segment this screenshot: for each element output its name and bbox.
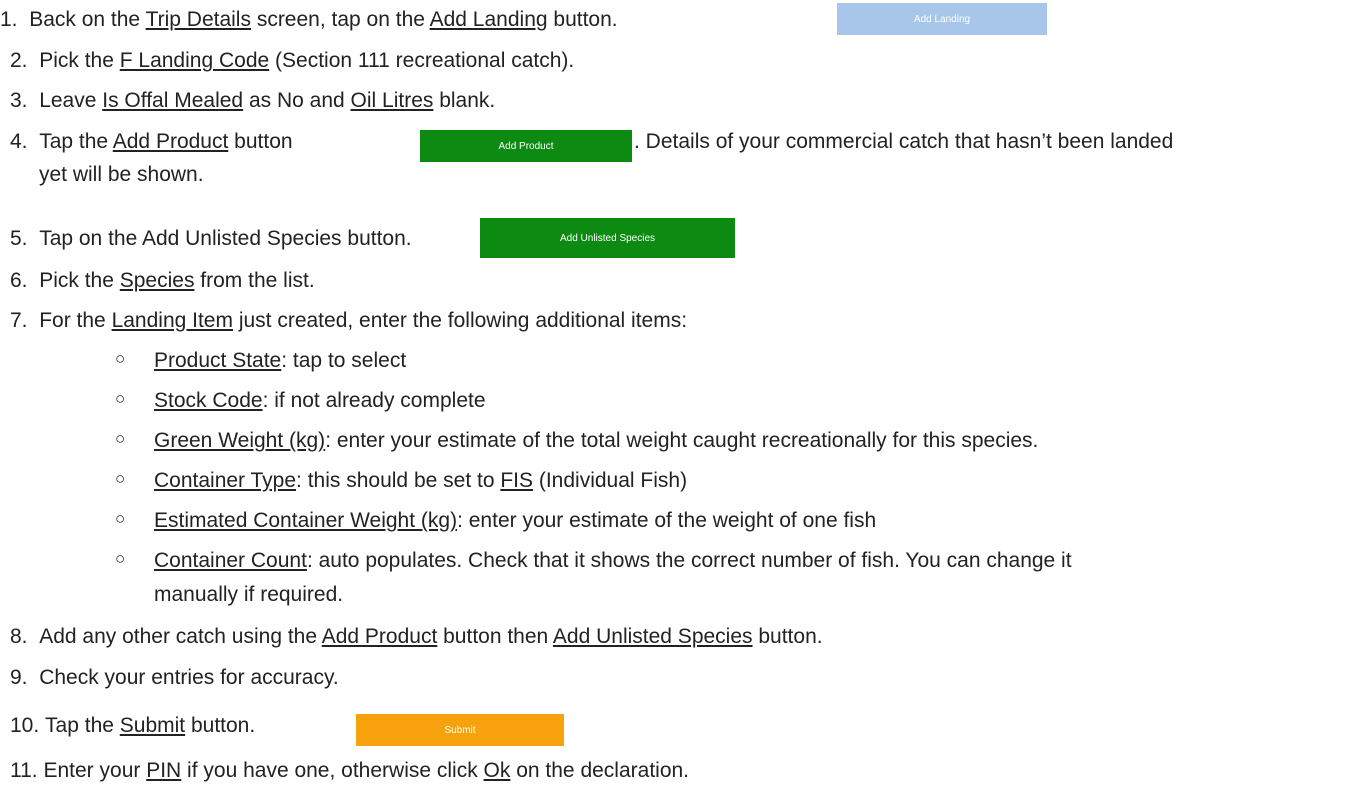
add-landing-button[interactable]: Add Landing xyxy=(837,3,1047,35)
link-container-count[interactable]: Container Count xyxy=(154,549,307,572)
step-9: 9. Check your entries for accuracy. xyxy=(10,666,339,689)
bullet-icon: ○ xyxy=(115,549,126,568)
link-stock-code[interactable]: Stock Code xyxy=(154,389,263,412)
bullet-icon: ○ xyxy=(115,429,126,448)
link-trip-details[interactable]: Trip Details xyxy=(146,8,251,31)
link-add-product[interactable]: Add Product xyxy=(113,130,229,153)
link-add-landing[interactable]: Add Landing xyxy=(430,8,548,31)
subitem-container-type: Container Type: this should be set to FI… xyxy=(154,469,688,492)
subitem-product-state: Product State: tap to select xyxy=(154,349,407,372)
link-oil-litres[interactable]: Oil Litres xyxy=(351,89,434,112)
link-is-offal-mealed[interactable]: Is Offal Mealed xyxy=(102,89,243,112)
subitem-green-weight: Green Weight (kg): enter your estimate o… xyxy=(154,429,1039,452)
step-6: 6. Pick the Species from the list. xyxy=(10,269,315,292)
step-7: 7. For the Landing Item just created, en… xyxy=(10,309,688,332)
bullet-icon: ○ xyxy=(115,469,126,488)
link-submit[interactable]: Submit xyxy=(120,714,185,737)
step-11: 11. Enter your PIN if you have one, othe… xyxy=(10,759,690,782)
subitem-estimated-container-weight: Estimated Container Weight (kg): enter y… xyxy=(154,509,877,532)
submit-button[interactable]: Submit xyxy=(356,714,564,746)
step-2: 2. Pick the F Landing Code (Section 111 … xyxy=(10,49,575,72)
link-add-product-2[interactable]: Add Product xyxy=(322,625,438,648)
step-4-tail: . Details of your commercial catch that … xyxy=(634,130,1174,153)
link-ok[interactable]: Ok xyxy=(484,759,511,782)
subitem-container-count-continuation: manually if required. xyxy=(154,583,344,606)
bullet-icon: ○ xyxy=(115,349,126,368)
instructions-document: 1. Back on the Trip Details screen, tap … xyxy=(0,0,1348,792)
subitem-container-count: Container Count: auto populates. Check t… xyxy=(154,549,1072,572)
step-8: 8. Add any other catch using the Add Pro… xyxy=(10,625,823,648)
step-5: 5. Tap on the Add Unlisted Species butto… xyxy=(10,227,412,250)
link-species[interactable]: Species xyxy=(120,269,195,292)
step-4: 4. Tap the Add Product button xyxy=(10,130,293,153)
link-container-type[interactable]: Container Type xyxy=(154,469,296,492)
step-10: 10. Tap the Submit button. xyxy=(10,714,256,737)
link-fis[interactable]: FIS xyxy=(500,469,533,492)
subitem-stock-code: Stock Code: if not already complete xyxy=(154,389,486,412)
link-estimated-container-weight[interactable]: Estimated Container Weight (kg) xyxy=(154,509,457,532)
add-product-button[interactable]: Add Product xyxy=(420,130,632,162)
step-4-continuation: yet will be shown. xyxy=(39,163,204,186)
step-1: 1. Back on the Trip Details screen, tap … xyxy=(0,8,618,31)
link-green-weight[interactable]: Green Weight (kg) xyxy=(154,429,325,452)
bullet-icon: ○ xyxy=(115,509,126,528)
link-f-landing-code[interactable]: F Landing Code xyxy=(120,49,269,72)
link-pin[interactable]: PIN xyxy=(146,759,181,782)
link-product-state[interactable]: Product State xyxy=(154,349,281,372)
add-unlisted-species-button[interactable]: Add Unlisted Species xyxy=(480,218,735,258)
link-landing-item[interactable]: Landing Item xyxy=(112,309,233,332)
step-3: 3. Leave Is Offal Mealed as No and Oil L… xyxy=(10,89,496,112)
bullet-icon: ○ xyxy=(115,389,126,408)
link-add-unlisted-species[interactable]: Add Unlisted Species xyxy=(553,625,753,648)
